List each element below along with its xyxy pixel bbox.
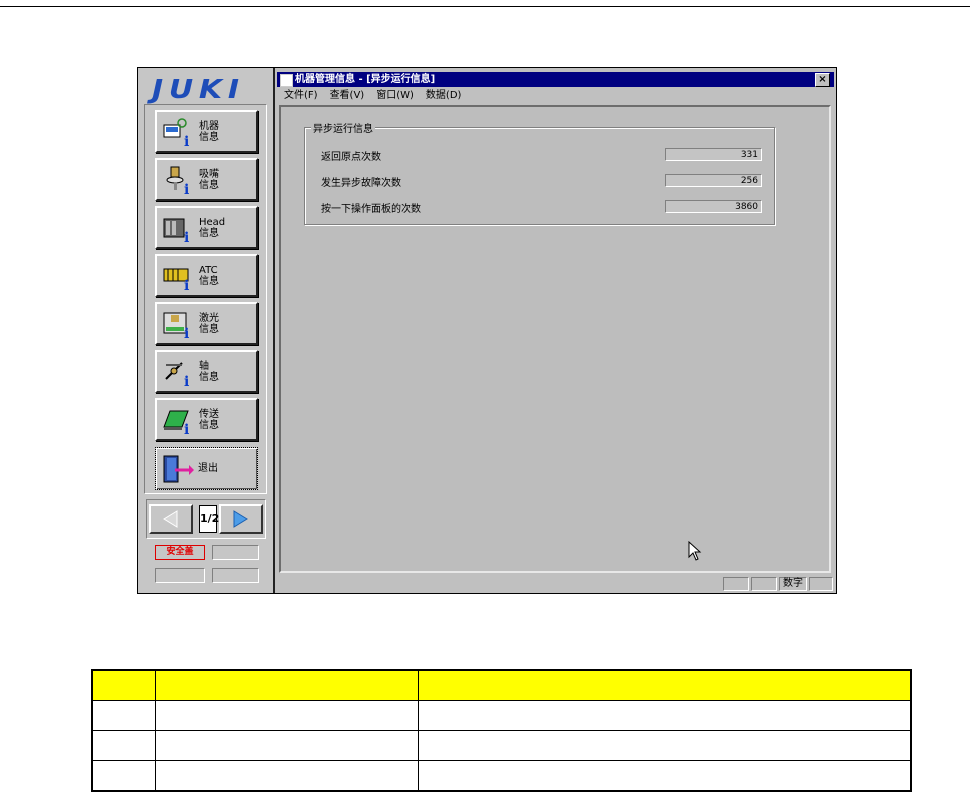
status-bar: 数字	[277, 575, 834, 593]
table-cell	[418, 700, 912, 731]
table-header-cell	[418, 669, 912, 701]
group-title: 异步运行信息	[311, 120, 375, 135]
svg-text:i: i	[184, 230, 189, 243]
nozzle-info-label: 吸嘴 信息	[199, 168, 219, 191]
table-cell	[91, 730, 156, 761]
page-number: 1/2	[199, 505, 219, 533]
menu-bar: 文件(F) 查看(V) 窗口(W) 数据(D)	[277, 88, 834, 104]
svg-text:i: i	[184, 374, 189, 387]
nozzle-info-button[interactable]: i 吸嘴 信息	[155, 158, 258, 201]
head-info-icon: i	[162, 213, 196, 246]
table-cell	[155, 730, 419, 761]
left-arrow-icon	[163, 510, 178, 528]
async-fault-count-label: 发生异步故障次数	[321, 178, 401, 189]
atc-info-icon: i	[162, 261, 196, 294]
conveyor-info-button[interactable]: i 传送 信息	[155, 398, 258, 441]
async-run-info-group: 异步运行信息 返回原点次数 331 发生异步故障次数 256 按一下操作面板的次…	[304, 120, 775, 225]
table-header-cell	[91, 669, 156, 701]
menu-view[interactable]: 查看(V)	[323, 88, 370, 104]
client-area: 异步运行信息 返回原点次数 331 发生异步故障次数 256 按一下操作面板的次…	[279, 105, 831, 573]
return-origin-count-label: 返回原点次数	[321, 152, 381, 163]
svg-text:i: i	[184, 182, 189, 195]
axis-info-button[interactable]: i 轴 信息	[155, 350, 258, 393]
exit-label: 退出	[198, 463, 218, 474]
nozzle-info-icon: i	[162, 165, 196, 198]
table-cell	[91, 760, 156, 792]
panel-press-count-label: 按一下操作面板的次数	[321, 204, 421, 215]
prev-page-button[interactable]	[149, 504, 193, 534]
status-indicator-3	[155, 568, 205, 583]
exit-door-icon	[161, 454, 195, 484]
table-row	[91, 760, 912, 792]
main-window: 机器管理信息 - [异步运行信息] × 文件(F) 查看(V) 窗口(W) 数据…	[277, 68, 836, 593]
left-panel: JUKI i 机器 信息 i 吸嘴 信息 i Head 信息 i ATC 信息	[138, 68, 275, 593]
menu-data[interactable]: 数据(D)	[419, 88, 467, 104]
table-cell	[155, 700, 419, 731]
conveyor-info-label: 传送 信息	[199, 408, 219, 431]
juki-logo: JUKI	[152, 75, 245, 105]
mouse-cursor-icon	[688, 541, 702, 561]
return-origin-count-value: 331	[665, 148, 762, 161]
right-arrow-icon	[233, 510, 248, 528]
page-navigator: 1/2	[146, 499, 266, 539]
laser-info-label: 激光 信息	[199, 312, 219, 335]
table-header-cell	[155, 669, 419, 701]
app-screenshot: JUKI i 机器 信息 i 吸嘴 信息 i Head 信息 i ATC 信息	[137, 67, 837, 594]
window-title: 机器管理信息 - [异步运行信息]	[295, 74, 436, 85]
table-cell	[418, 760, 912, 792]
menu-window[interactable]: 窗口(W)	[369, 88, 419, 104]
app-icon	[280, 74, 293, 87]
atc-info-label: ATC 信息	[199, 264, 219, 287]
head-info-button[interactable]: i Head 信息	[155, 206, 258, 249]
machine-info-button[interactable]: i 机器 信息	[155, 110, 258, 153]
safety-cover-indicator: 安全盖	[155, 545, 205, 560]
head-info-label: Head 信息	[199, 216, 226, 239]
table-row	[91, 700, 912, 731]
panel-press-count-value: 3860	[665, 200, 762, 213]
table-row	[91, 730, 912, 761]
svg-text:i: i	[184, 422, 189, 435]
machine-info-icon: i	[162, 117, 196, 150]
table-header-row	[91, 669, 912, 701]
status-pane-1	[723, 577, 749, 591]
axis-info-label: 轴 信息	[199, 360, 219, 383]
title-bar[interactable]: 机器管理信息 - [异步运行信息] ×	[277, 72, 834, 87]
svg-text:i: i	[184, 278, 189, 291]
axis-info-icon: i	[162, 357, 196, 390]
status-pane-2	[751, 577, 777, 591]
table-cell	[418, 730, 912, 761]
atc-info-button[interactable]: i ATC 信息	[155, 254, 258, 297]
status-indicator-4	[212, 568, 259, 583]
async-fault-count-value: 256	[665, 174, 762, 187]
close-button[interactable]: ×	[815, 73, 830, 87]
top-rule	[0, 6, 970, 7]
svg-text:i: i	[184, 326, 189, 339]
machine-info-label: 机器 信息	[199, 120, 219, 143]
conveyor-info-icon: i	[162, 405, 196, 438]
next-page-button[interactable]	[219, 504, 263, 534]
menu-file[interactable]: 文件(F)	[277, 88, 323, 104]
status-pane-4	[809, 577, 833, 591]
laser-info-button[interactable]: i 激光 信息	[155, 302, 258, 345]
svg-text:i: i	[184, 134, 189, 147]
exit-button[interactable]: 退出	[155, 447, 258, 490]
table-cell	[155, 760, 419, 792]
laser-info-icon: i	[162, 309, 196, 342]
table-cell	[91, 700, 156, 731]
status-indicator-2	[212, 545, 259, 560]
empty-table	[91, 669, 912, 792]
num-lock-indicator: 数字	[779, 577, 807, 591]
